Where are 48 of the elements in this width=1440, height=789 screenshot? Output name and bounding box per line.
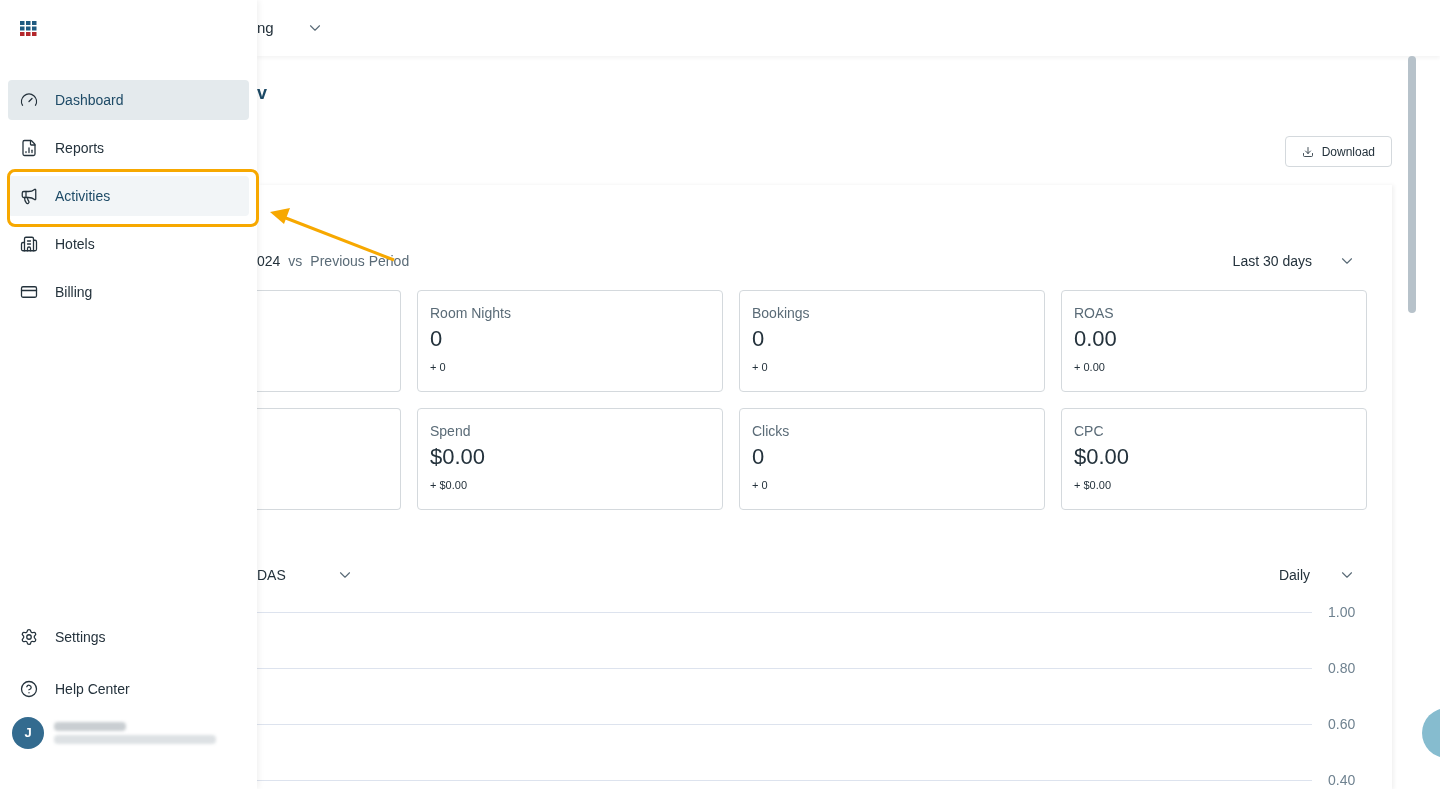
settings-icon [20,628,38,646]
metric-delta: + 0.00 [1074,360,1105,375]
metric-value: 0 [752,444,765,470]
y-axis-label: 1.00 [1328,602,1357,622]
nav-item[interactable]: Settings [8,617,249,657]
vs-text: vs [288,251,303,271]
metric-value: $0.00 [430,444,486,470]
metric-label: Bookings [752,305,810,322]
nav-item[interactable]: Billing [8,272,249,312]
scrollbar-thumb[interactable] [1408,56,1416,313]
metric-delta: + $0.00 [1074,478,1111,493]
metric-label: ROAS [1074,305,1114,322]
page-title: v [257,82,268,104]
building-icon [20,235,38,253]
megaphone-icon [20,187,38,205]
help-icon [20,680,38,698]
report-icon [20,139,38,157]
download-icon [1301,145,1314,158]
y-axis-label: 0.80 [1328,658,1357,678]
range-dropdown[interactable]: Last 30 days [1232,250,1368,272]
metric-delta: + 0 [752,360,768,375]
metric-value: $0.00 [1074,444,1130,470]
metric-value: 0.00 [1074,326,1117,352]
y-axis-label: 0.60 [1328,714,1357,734]
y-axis-label: 0.40 [1328,770,1357,789]
nav-item[interactable]: Dashboard [8,80,249,120]
nav-item[interactable]: Help Center [8,669,249,709]
metric-label: Clicks [752,423,790,440]
metric-label: CPC [1074,423,1104,440]
nav-item[interactable]: Reports [8,128,249,168]
period-text: 024 [257,251,281,271]
metric-value: 0 [752,326,765,352]
metric-delta: + 0 [430,360,446,375]
gauge-icon [20,91,38,109]
metric-value: 0 [430,326,443,352]
metric-dropdown[interactable]: DAS [257,564,354,586]
download-button[interactable]: Download [1284,136,1392,167]
nav-item[interactable]: Activities [8,176,249,216]
interval-dropdown[interactable]: Daily [1278,564,1368,586]
metric-delta: + 0 [752,478,768,493]
nav-item[interactable]: Hotels [8,224,249,264]
metric-delta: + $0.00 [430,478,467,493]
property-selector-text[interactable]: ng [257,16,274,40]
credit-card-icon [20,283,38,301]
user-avatar[interactable]: J [12,717,44,749]
metric-label: Room Nights [430,305,511,322]
metric-label: Spend [430,423,471,440]
app-grid-logo[interactable] [20,20,37,36]
